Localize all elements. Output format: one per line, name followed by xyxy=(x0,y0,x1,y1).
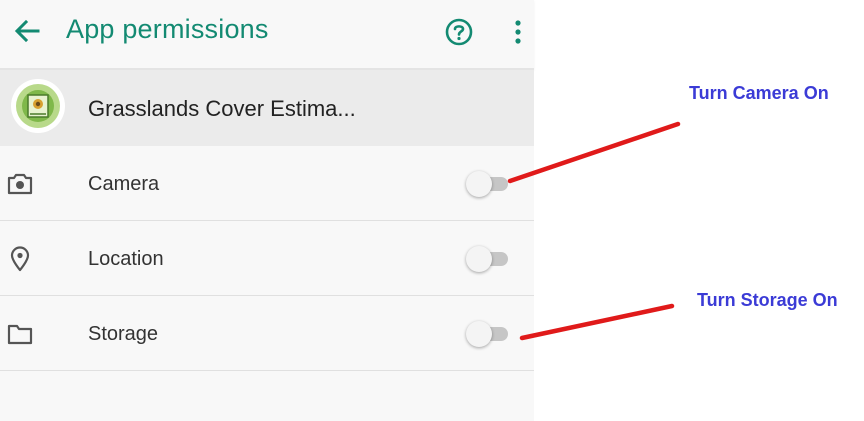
annotation-line-camera xyxy=(507,121,681,184)
annotation-turn-storage-on: Turn Storage On xyxy=(697,290,838,310)
annotation-arrows xyxy=(507,121,681,341)
annotation-line-storage xyxy=(519,303,675,341)
annotation-turn-camera-on: Turn Camera On xyxy=(689,83,829,103)
